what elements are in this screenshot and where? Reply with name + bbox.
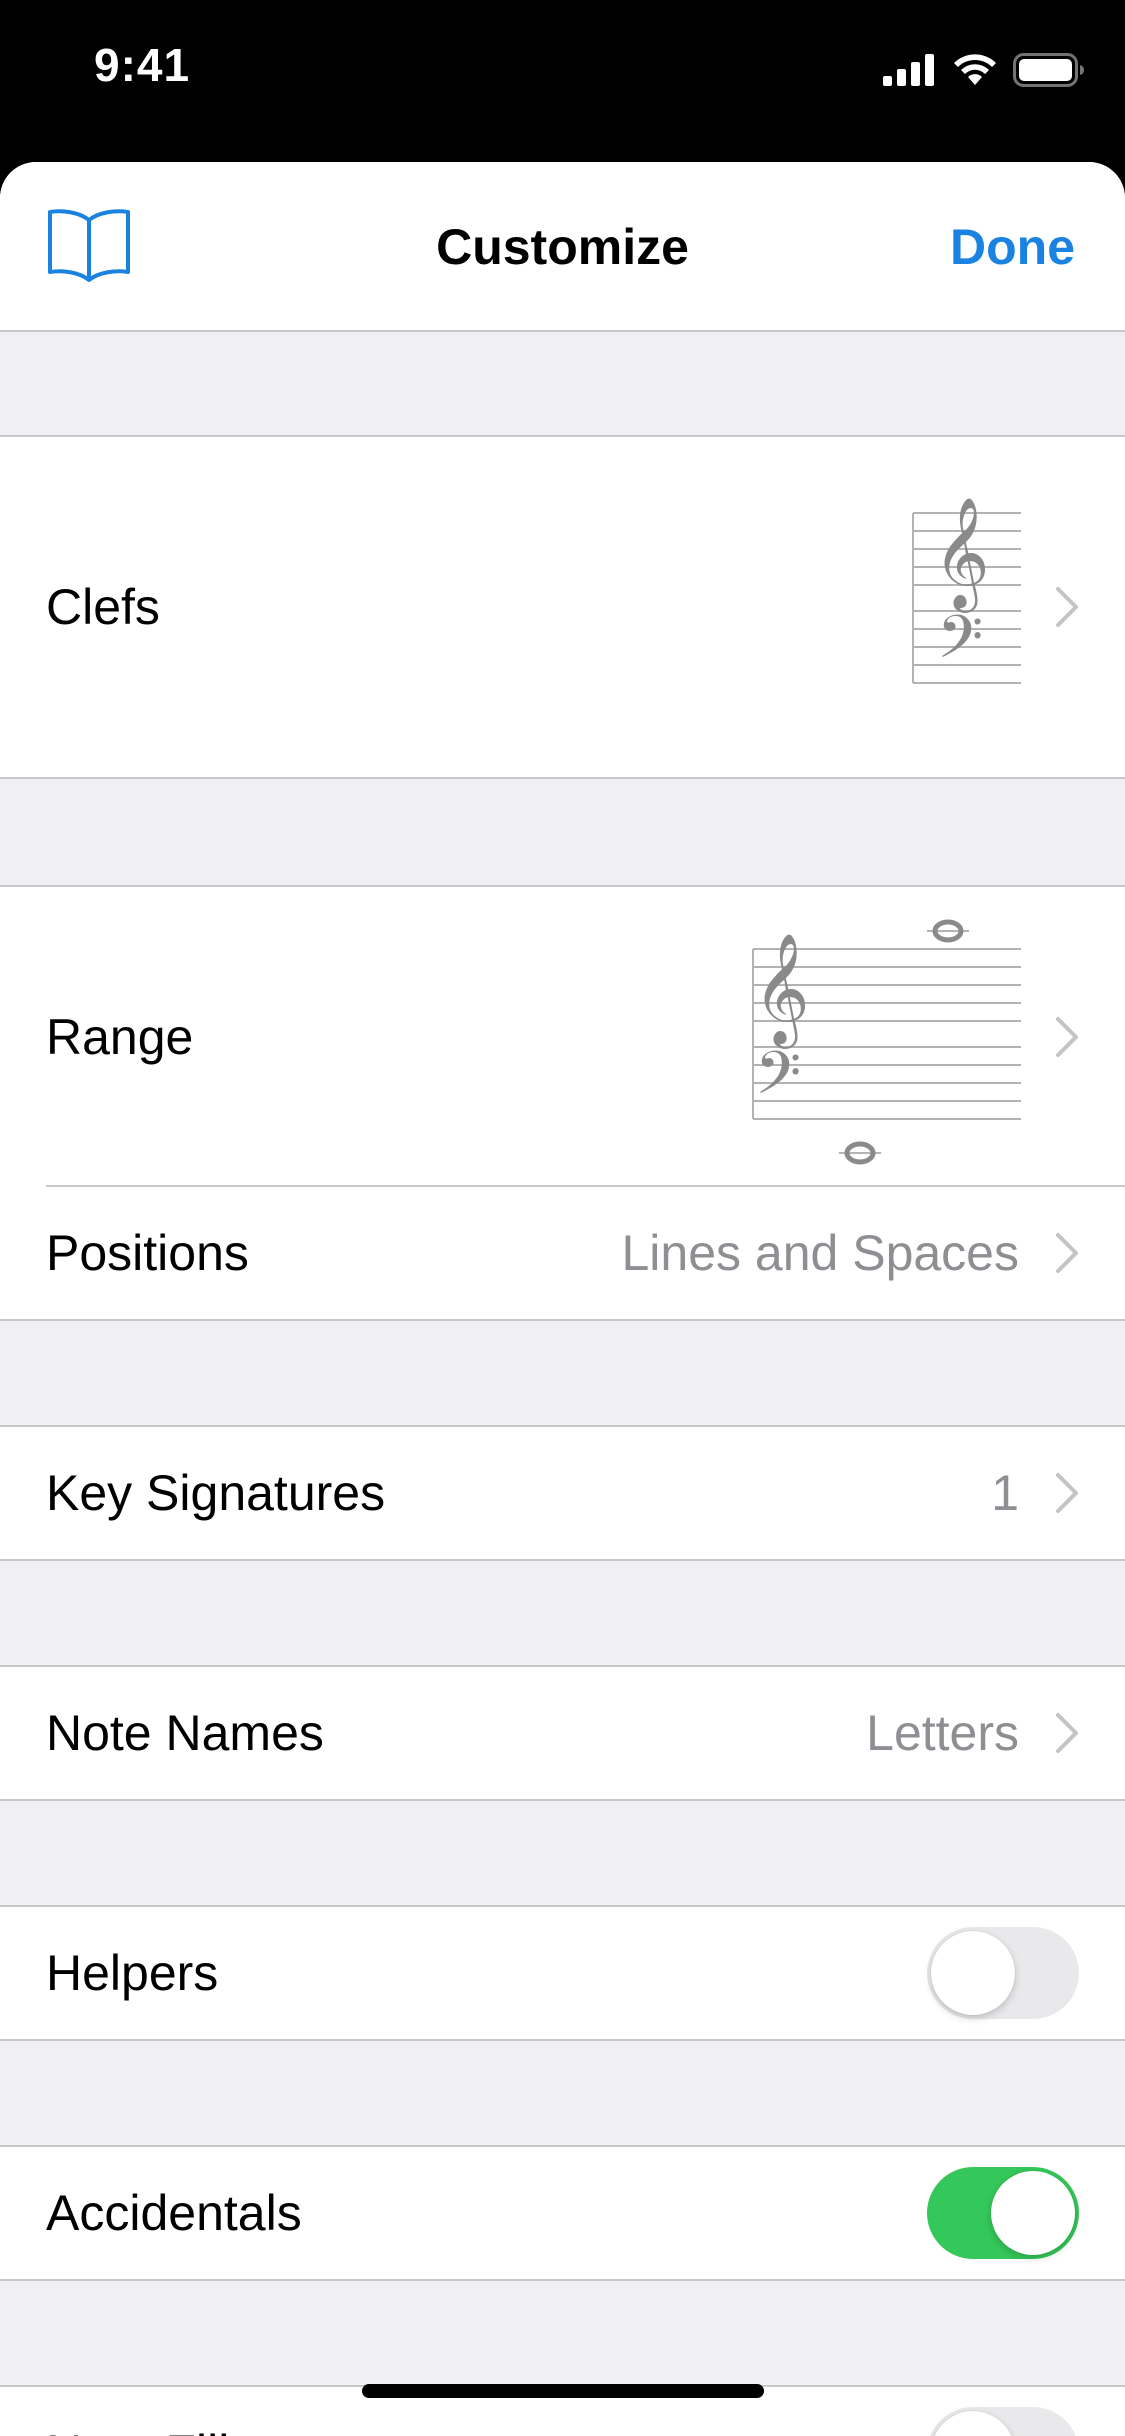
note-names-value: Letters: [866, 1705, 1019, 1761]
helpers-toggle[interactable]: [927, 1927, 1079, 2019]
positions-row[interactable]: Positions Lines and Spaces: [0, 1187, 1125, 1319]
toggle-knob: [991, 2171, 1075, 2255]
clefs-label: Clefs: [46, 579, 160, 635]
key-signatures-label: Key Signatures: [46, 1465, 386, 1521]
status-time: 9:41: [94, 39, 191, 91]
chevron-right-icon: [1056, 1713, 1078, 1753]
section-clefs: Clefs 𝄞 𝄢: [0, 435, 1125, 779]
key-signatures-row[interactable]: Key Signatures 1: [0, 1427, 1125, 1559]
accidentals-label: Accidentals: [46, 2185, 302, 2241]
wifi-icon: [954, 54, 996, 85]
note-fills-toggle[interactable]: [927, 2407, 1079, 2436]
chevron-right-icon: [1056, 1233, 1078, 1273]
status-icons: [883, 50, 1085, 90]
done-button[interactable]: Done: [950, 218, 1075, 276]
navigation-bar: Customize Done: [0, 162, 1125, 332]
section-key-signatures: Key Signatures 1: [0, 1425, 1125, 1561]
range-label: Range: [46, 1009, 194, 1065]
helpers-label: Helpers: [46, 1945, 219, 2001]
range-staff-icon: 𝄞 𝄢: [751, 909, 1023, 1169]
svg-text:𝄞: 𝄞: [753, 932, 810, 1049]
chevron-right-icon: [1056, 1473, 1078, 1513]
note-names-row[interactable]: Note Names Letters: [0, 1667, 1125, 1799]
chevron-right-icon: [1056, 587, 1078, 627]
toggle-knob: [931, 2411, 1015, 2436]
status-bar: 9:41: [0, 0, 1125, 160]
accidentals-toggle[interactable]: [927, 2167, 1079, 2259]
accidentals-row: Accidentals: [0, 2147, 1125, 2279]
cellular-signal-icon: [883, 54, 934, 86]
key-signatures-value: 1: [991, 1465, 1019, 1521]
toggle-knob: [931, 1931, 1015, 2015]
section-range: Range 𝄞 𝄢 Positions Lines and Spaces: [0, 885, 1125, 1321]
note-fills-label: Note Fills: [46, 2424, 254, 2436]
svg-text:𝄞: 𝄞: [933, 496, 990, 613]
svg-text:𝄢: 𝄢: [937, 602, 983, 686]
clefs-row[interactable]: Clefs 𝄞 𝄢: [0, 437, 1125, 777]
customize-sheet: Customize Done Clefs 𝄞 𝄢 Range 𝄞 𝄢 Posit…: [0, 162, 1125, 2436]
section-accidentals: Accidentals: [0, 2145, 1125, 2281]
battery-icon: [1013, 53, 1084, 87]
note-names-label: Note Names: [46, 1705, 324, 1761]
positions-value: Lines and Spaces: [621, 1225, 1019, 1281]
section-helpers: Helpers: [0, 1905, 1125, 2041]
range-row[interactable]: Range 𝄞 𝄢: [0, 887, 1125, 1185]
helpers-row: Helpers: [0, 1907, 1125, 2039]
positions-label: Positions: [46, 1225, 249, 1281]
chevron-right-icon: [1056, 1017, 1078, 1057]
treble-bass-staff-icon: 𝄞 𝄢: [911, 493, 1023, 707]
svg-text:𝄢: 𝄢: [755, 1038, 801, 1122]
section-note-names: Note Names Letters: [0, 1665, 1125, 1801]
home-indicator: [362, 2384, 764, 2398]
